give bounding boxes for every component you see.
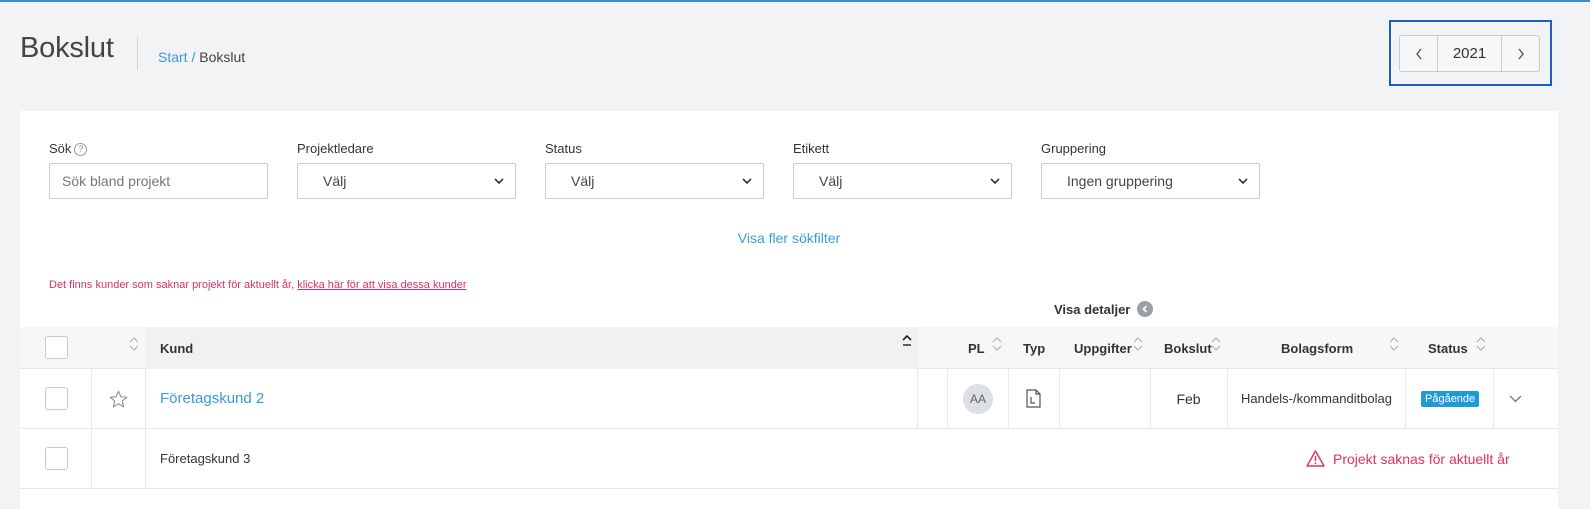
customer-link[interactable]: Företagskund 2 (160, 369, 264, 428)
breadcrumb: Start / Bokslut (158, 49, 245, 65)
pl-column-header[interactable]: PL (968, 327, 985, 369)
show-details-toggle[interactable]: Visa detaljer (1054, 301, 1154, 317)
closing-column-header[interactable]: Bokslut (1164, 327, 1212, 369)
search-filter: Sök? Sök bland projekt (49, 141, 268, 199)
main-card: Sök? Sök bland projekt Projektledare Väl… (20, 111, 1558, 509)
show-details-label: Visa detaljer (1054, 301, 1131, 317)
project-leader-value: Välj (323, 173, 347, 189)
chevron-left-circle-icon (1137, 301, 1154, 317)
customer-column-header[interactable]: Kund (160, 327, 193, 369)
tasks-cell (1060, 369, 1150, 428)
status-badge: Pågående (1421, 390, 1480, 407)
chevron-down-icon (1509, 395, 1522, 402)
breadcrumb-separator: / (191, 49, 196, 65)
notice-text: Det finns kunder som saknar projekt för … (49, 279, 298, 291)
tasks-column-header[interactable]: Uppgifter (1074, 327, 1132, 369)
grouping-filter: Gruppering Ingen gruppering (1041, 141, 1260, 199)
favorite-star-icon[interactable] (109, 369, 128, 428)
sort-ascending-icon[interactable] (902, 335, 912, 347)
customer-column-header-bg (146, 327, 918, 369)
grouping-value: Ingen gruppering (1067, 173, 1173, 189)
expand-row-button[interactable] (1509, 369, 1522, 428)
search-label: Sök? (49, 141, 268, 157)
next-year-button[interactable] (1501, 36, 1539, 71)
breadcrumb-start-link[interactable]: Start (158, 49, 188, 65)
sort-icon[interactable] (1211, 337, 1221, 351)
status-select[interactable]: Välj (545, 163, 764, 199)
select-all-checkbox[interactable] (45, 336, 68, 359)
chevron-left-icon (1415, 48, 1422, 59)
sort-icon[interactable] (1133, 337, 1143, 351)
status-filter: Status Välj (545, 141, 764, 199)
chevron-down-icon (990, 178, 1000, 185)
search-input[interactable]: Sök bland projekt (49, 163, 268, 199)
tag-filter: Etikett Välj (793, 141, 1012, 199)
sort-icon[interactable] (1389, 337, 1399, 351)
grouping-select[interactable]: Ingen gruppering (1041, 163, 1260, 199)
help-icon[interactable]: ? (74, 143, 88, 156)
warning-text: Projekt saknas för aktuellt år (1333, 450, 1510, 467)
sort-icon[interactable] (129, 337, 139, 351)
status-badge-cell: Pågående (1421, 369, 1480, 428)
tag-select[interactable]: Välj (793, 163, 1012, 199)
tag-value: Välj (819, 173, 843, 189)
company-form: Handels-/kommanditbolag (1240, 391, 1393, 406)
table-header: Kund PL Typ Uppgifter Bokslut Bolagsform… (20, 327, 1558, 369)
table-row[interactable]: Företagskund 3 Projekt saknas för aktuel… (20, 429, 1558, 489)
customer-name: Företagskund 3 (160, 451, 251, 466)
project-leader-label: Projektledare (297, 141, 374, 156)
project-leader-avatar: AA (963, 369, 993, 428)
chevron-right-icon (1517, 48, 1524, 59)
previous-year-button[interactable] (1400, 36, 1438, 71)
chevron-down-icon (1238, 178, 1248, 185)
missing-projects-notice: Det finns kunder som saknar projekt för … (49, 279, 467, 291)
page-title: Bokslut (20, 32, 114, 64)
top-accent-line (0, 0, 1590, 2)
status-label: Status (545, 141, 582, 156)
status-column-header[interactable]: Status (1428, 327, 1468, 369)
status-value: Välj (571, 173, 595, 189)
tag-label: Etikett (793, 141, 830, 156)
chevron-down-icon (742, 178, 752, 185)
row-checkbox[interactable] (45, 387, 68, 410)
title-divider (137, 36, 138, 70)
chevron-down-icon (494, 178, 504, 185)
type-column-header: Typ (1023, 340, 1046, 356)
warning-icon (1306, 450, 1325, 467)
missing-project-warning: Projekt saknas för aktuellt år (1306, 429, 1510, 488)
show-customers-link[interactable]: klicka här för att visa dessa kunder (297, 279, 466, 291)
sort-icon[interactable] (1476, 337, 1486, 351)
table-row[interactable]: Företagskund 2 AA Feb Handels-/kommandit… (20, 369, 1558, 429)
avatar: AA (963, 383, 993, 414)
year-selector: 2021 (1399, 35, 1540, 72)
project-leader-select[interactable]: Välj (297, 163, 516, 199)
company-form-column-header[interactable]: Bolagsform (1281, 327, 1353, 369)
row-checkbox[interactable] (45, 447, 68, 470)
grouping-label: Gruppering (1041, 141, 1107, 156)
sort-icon[interactable] (992, 337, 1002, 351)
breadcrumb-current: Bokslut (199, 49, 246, 65)
current-year: 2021 (1452, 45, 1487, 62)
document-icon (1026, 369, 1041, 428)
closing-month: Feb (1176, 390, 1201, 407)
project-leader-filter: Projektledare Välj (297, 141, 516, 199)
more-filters-link[interactable]: Visa fler sökfilter (20, 230, 1558, 246)
